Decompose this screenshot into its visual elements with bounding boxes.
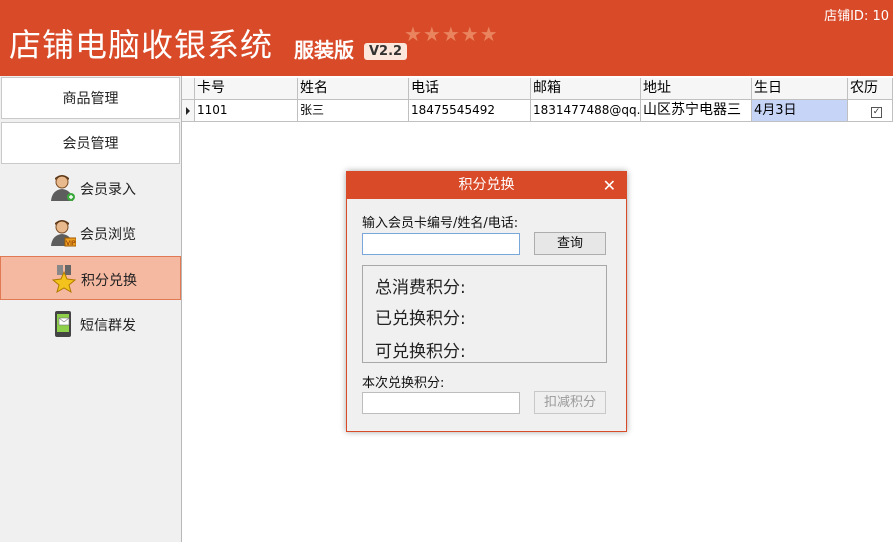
points-redeem-dialog: 积分兑换 ✕ 输入会员卡编号/姓名/电话: 查询 总消费积分: 已兑换积分: 可…: [346, 171, 627, 432]
available-points-label: 可兑换积分:: [375, 342, 466, 362]
col-header-lunar[interactable]: 农历: [848, 78, 893, 100]
col-header-address[interactable]: 地址: [641, 78, 752, 100]
cell-birthday[interactable]: 4月3日: [752, 100, 848, 122]
col-header-card[interactable]: 卡号: [195, 78, 298, 100]
table-header: 卡号 姓名 电话 邮箱 地址 生日 农历: [182, 78, 893, 100]
redeemed-points-label: 已兑换积分:: [375, 309, 466, 329]
total-points-label: 总消费积分:: [375, 278, 466, 298]
svg-text:VIP: VIP: [66, 240, 76, 247]
cell-phone[interactable]: 18475545492: [409, 100, 531, 122]
version-badge: V2.2: [364, 43, 408, 60]
search-label: 输入会员卡编号/姓名/电话:: [362, 216, 519, 231]
sidebar-item-label: 会员浏览: [80, 227, 136, 243]
sidebar-item-member-browse[interactable]: VIP 会员浏览: [0, 211, 181, 255]
sidebar-item-label: 会员录入: [80, 182, 136, 198]
app-header: 店铺电脑收银系统 服装版 ★★★★★ V2.2 店铺ID: 10: [0, 0, 893, 76]
query-button[interactable]: 查询: [534, 232, 606, 255]
row-selector[interactable]: [182, 100, 195, 122]
dialog-title: 积分兑换: [347, 172, 626, 199]
sidebar-item-label: 短信群发: [80, 318, 136, 334]
col-header-birthday[interactable]: 生日: [752, 78, 848, 100]
sidebar-item-sms[interactable]: 短信群发: [0, 302, 181, 346]
deduct-points-button[interactable]: 扣减积分: [534, 391, 606, 414]
member-add-icon: [50, 174, 76, 202]
rating-stars: ★★★★★: [404, 22, 499, 46]
cell-card[interactable]: 1101: [195, 100, 298, 122]
nav-tab-members[interactable]: 会员管理: [1, 122, 180, 164]
col-header-name[interactable]: 姓名: [298, 78, 409, 100]
sidebar: 商品管理 会员管理 会员录入 VIP 会员浏览 积分兑换 短信群发: [0, 76, 182, 542]
app-title: 店铺电脑收银系统: [9, 26, 274, 64]
store-id: 店铺ID: 10: [824, 9, 889, 24]
member-search-input[interactable]: [362, 233, 520, 255]
redeem-amount-input[interactable]: [362, 392, 520, 414]
close-icon[interactable]: ✕: [603, 172, 616, 199]
cell-address[interactable]: 山区苏宁电器三: [641, 100, 752, 122]
redeem-amount-label: 本次兑换积分:: [362, 376, 445, 391]
medal-star-icon: [51, 265, 77, 294]
col-header-phone[interactable]: 电话: [409, 78, 531, 100]
cell-name[interactable]: 张三: [298, 100, 409, 122]
member-vip-icon: VIP: [50, 219, 77, 247]
row-header-corner: [182, 78, 195, 100]
sidebar-item-points-redeem[interactable]: 积分兑换: [0, 256, 181, 300]
sidebar-item-label: 积分兑换: [81, 273, 137, 289]
lunar-checkbox[interactable]: ✓: [871, 107, 882, 118]
table-row[interactable]: 1101 张三 18475545492 1831477488@qq.c 山区苏宁…: [182, 100, 893, 122]
points-summary-group: 总消费积分: 已兑换积分: 可兑换积分:: [362, 265, 607, 363]
edition-label: 服装版: [294, 38, 354, 62]
cell-lunar[interactable]: ✓: [848, 100, 893, 122]
phone-sms-icon: [50, 310, 76, 338]
sidebar-item-member-add[interactable]: 会员录入: [0, 166, 181, 210]
cell-email[interactable]: 1831477488@qq.c: [531, 100, 641, 122]
nav-tab-products[interactable]: 商品管理: [1, 77, 180, 119]
col-header-email[interactable]: 邮箱: [531, 78, 641, 100]
